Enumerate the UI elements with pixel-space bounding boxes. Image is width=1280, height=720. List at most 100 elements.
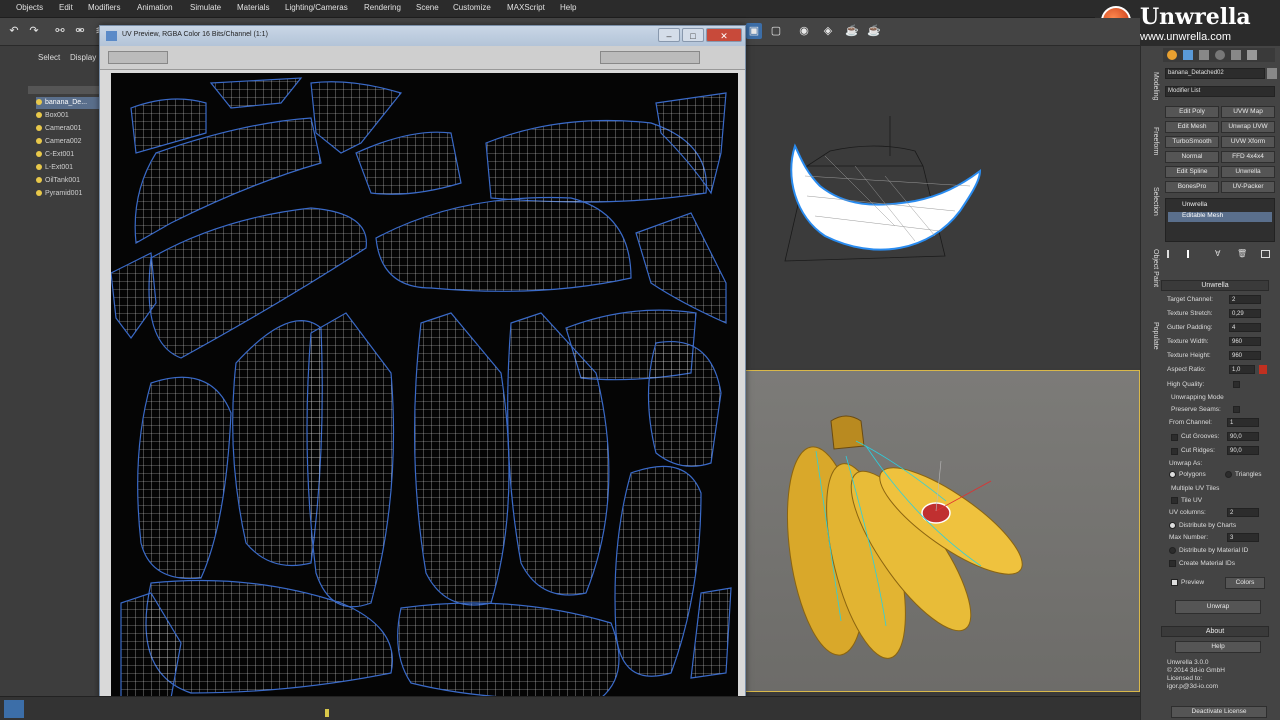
preserve-seams-checkbox[interactable]	[1233, 406, 1240, 413]
time-slider-marker[interactable]	[325, 709, 329, 717]
uvw-xform-button[interactable]: UVW Xform	[1221, 136, 1275, 148]
bonespro-button[interactable]: BonesPro	[1165, 181, 1219, 193]
menu-edit[interactable]: Edit	[59, 3, 73, 12]
light-bulb-icon[interactable]	[36, 177, 42, 184]
uv-preview-window[interactable]: UV Preview, RGBA Color 16 Bits/Channel (…	[99, 25, 746, 709]
menu-maxscript[interactable]: MAXScript	[507, 3, 545, 12]
close-button[interactable]: ✕	[706, 28, 742, 42]
edit-poly-button[interactable]: Edit Poly	[1165, 106, 1219, 118]
texture-height-spinner[interactable]: 960	[1229, 351, 1261, 360]
colors-button[interactable]: Colors	[1225, 577, 1265, 589]
ffd-button[interactable]: FFD 4x4x4	[1221, 151, 1275, 163]
tile-uv-checkbox[interactable]	[1171, 497, 1178, 504]
maxscript-listener-icon[interactable]	[4, 700, 24, 718]
tab-modeling[interactable]: Modeling	[1143, 66, 1159, 106]
list-item[interactable]: C-Ext001	[36, 149, 104, 161]
list-item[interactable]: Pyramid001	[36, 188, 104, 200]
create-material-checkbox[interactable]	[1169, 560, 1176, 567]
cut-grooves-checkbox[interactable]	[1171, 434, 1178, 441]
from-channel-spinner[interactable]: 1	[1227, 418, 1259, 427]
menu-materials[interactable]: Materials	[237, 3, 269, 12]
texture-width-spinner[interactable]: 960	[1229, 337, 1261, 346]
modifier-list-dropdown[interactable]: Modifier List	[1165, 86, 1275, 97]
max-number-spinner[interactable]: 3	[1227, 533, 1259, 542]
rendered-frame-icon[interactable]: ▢	[768, 23, 784, 39]
unwrella-modifier-button[interactable]: Unwrella	[1221, 166, 1275, 178]
cut-ridges-checkbox[interactable]	[1171, 448, 1178, 455]
light-bulb-icon[interactable]	[36, 190, 42, 197]
render-iterative-icon[interactable]: ◈	[820, 23, 836, 39]
menu-customize[interactable]: Customize	[453, 3, 491, 12]
rollout-header-unwrella[interactable]: Unwrella	[1161, 280, 1269, 291]
texture-stretch-spinner[interactable]: 0,29	[1229, 309, 1261, 318]
unlink-icon[interactable]: ⚮	[72, 23, 88, 39]
tab-object-paint[interactable]: Object Paint	[1143, 241, 1159, 296]
list-item[interactable]: OilTank001	[36, 175, 104, 187]
zoom-selector[interactable]	[600, 51, 700, 64]
minimize-button[interactable]: –	[658, 28, 680, 42]
menu-simulate[interactable]: Simulate	[190, 3, 221, 12]
make-unique-icon[interactable]: ∀	[1215, 249, 1220, 258]
show-end-result-icon[interactable]	[1187, 250, 1195, 258]
utilities-icon[interactable]	[1247, 50, 1257, 60]
tab-selection[interactable]: Selection	[1143, 181, 1159, 221]
link-icon[interactable]: ⚯	[52, 23, 68, 39]
gutter-padding-spinner[interactable]: 4	[1229, 323, 1261, 332]
display-icon[interactable]	[1231, 50, 1241, 60]
aspect-ratio-spinner[interactable]: 1,0	[1229, 365, 1255, 374]
uv-packer-button[interactable]: UV-Packer	[1221, 181, 1275, 193]
channel-selector[interactable]	[108, 51, 168, 64]
tab-freeform[interactable]: Freeform	[1143, 121, 1159, 161]
tab-display[interactable]: Display	[70, 53, 96, 62]
menu-lighting-cameras[interactable]: Lighting/Cameras	[285, 3, 348, 12]
help-button[interactable]: Help	[1175, 641, 1261, 653]
distribute-material-radio[interactable]	[1169, 547, 1176, 554]
rollout-header-about[interactable]: About	[1161, 626, 1269, 637]
unwrap-uvw-button[interactable]: Unwrap UVW	[1221, 121, 1275, 133]
viewport-perspective[interactable]	[745, 370, 1140, 692]
distribute-charts-radio[interactable]	[1169, 522, 1176, 529]
render-setup-icon[interactable]: ▣	[746, 23, 762, 39]
window-titlebar[interactable]: UV Preview, RGBA Color 16 Bits/Channel (…	[100, 26, 745, 46]
polygons-radio[interactable]	[1169, 471, 1176, 478]
triangles-radio[interactable]	[1225, 471, 1232, 478]
light-bulb-icon[interactable]	[36, 99, 42, 106]
tab-select[interactable]: Select	[38, 53, 60, 62]
menu-animation[interactable]: Animation	[137, 3, 173, 12]
light-bulb-icon[interactable]	[36, 125, 42, 132]
pin-stack-icon[interactable]	[1167, 250, 1175, 258]
uv-layout-canvas[interactable]	[110, 73, 738, 703]
list-item[interactable]: Camera001	[36, 123, 104, 135]
teapot-icon[interactable]: ☕	[844, 23, 860, 39]
lock-icon[interactable]	[1259, 365, 1267, 374]
cut-ridges-spinner[interactable]: 90,0	[1227, 446, 1259, 455]
light-bulb-icon[interactable]	[36, 164, 42, 171]
light-bulb-icon[interactable]	[36, 151, 42, 158]
redo-icon[interactable]: ↷	[26, 23, 42, 39]
list-item[interactable]: L-Ext001	[36, 162, 104, 174]
edit-spline-button[interactable]: Edit Spline	[1165, 166, 1219, 178]
menu-rendering[interactable]: Rendering	[364, 3, 401, 12]
normal-button[interactable]: Normal	[1165, 151, 1219, 163]
object-color-swatch[interactable]	[1267, 68, 1277, 79]
tab-populate[interactable]: Populate	[1143, 316, 1159, 356]
deactivate-license-button[interactable]: Deactivate License	[1171, 706, 1267, 718]
object-name-field[interactable]: banana_Detached02	[1165, 68, 1265, 79]
configure-sets-icon[interactable]	[1261, 250, 1270, 258]
unwrap-button[interactable]: Unwrap	[1175, 600, 1261, 614]
uv-columns-spinner[interactable]: 2	[1227, 508, 1259, 517]
viewport-top[interactable]	[745, 46, 1140, 368]
target-channel-spinner[interactable]: 2	[1229, 295, 1261, 304]
light-bulb-icon[interactable]	[36, 138, 42, 145]
preview-checkbox[interactable]	[1171, 579, 1178, 586]
list-item[interactable]: Box001	[36, 110, 104, 122]
uvw-map-button[interactable]: UVW Map	[1221, 106, 1275, 118]
turbosmooth-button[interactable]: TurboSmooth	[1165, 136, 1219, 148]
light-bulb-icon[interactable]	[36, 112, 42, 119]
remove-modifier-icon[interactable]: 🗑	[1237, 249, 1247, 258]
motion-icon[interactable]	[1215, 50, 1225, 60]
render-icon[interactable]: ◉	[796, 23, 812, 39]
cut-grooves-spinner[interactable]: 90,0	[1227, 432, 1259, 441]
menu-help[interactable]: Help	[560, 3, 576, 12]
menu-scene[interactable]: Scene	[416, 3, 439, 12]
